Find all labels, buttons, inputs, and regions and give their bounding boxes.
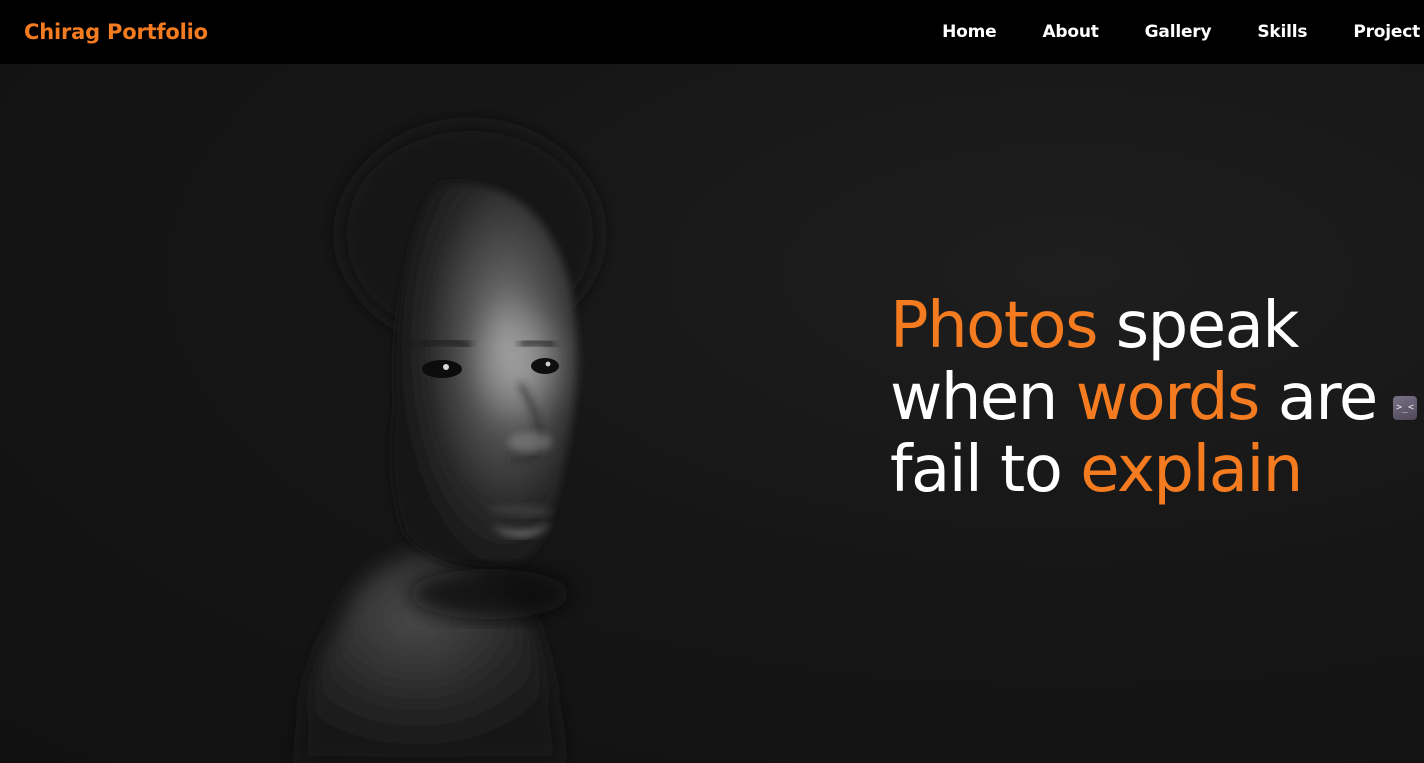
tagline-line-3: fail to explain xyxy=(890,434,1377,506)
tagline-line-1: Photos speak xyxy=(890,290,1377,362)
nav-menu: Home About Gallery Skills Project xyxy=(919,22,1424,42)
tagline-word-words: words xyxy=(1075,361,1261,435)
tagline-word-are: are xyxy=(1277,361,1379,435)
tagline-word-when: when xyxy=(890,361,1058,435)
tagline-word-fail-to: fail to xyxy=(890,433,1063,507)
top-navbar: Chirag Portfolio Home About Gallery Skil… xyxy=(0,0,1424,64)
tagline-line-2: when words are xyxy=(890,361,1379,435)
extension-face-icon[interactable]: >_< xyxy=(1393,396,1417,420)
nav-link-gallery[interactable]: Gallery xyxy=(1122,22,1235,42)
nav-link-home[interactable]: Home xyxy=(919,22,1019,42)
portrait-photo xyxy=(300,124,600,763)
tagline-word-photos: Photos xyxy=(890,289,1098,363)
hero-section: Photos speak when words are fail to expl… xyxy=(0,64,1424,763)
tagline-word-speak: speak xyxy=(1115,289,1300,363)
brand-logo-text[interactable]: Chirag Portfolio xyxy=(24,20,208,44)
tagline-word-explain: explain xyxy=(1080,433,1303,507)
hero-tagline: Photos speak when words are fail to expl… xyxy=(890,290,1379,506)
nav-link-project[interactable]: Project xyxy=(1330,22,1424,42)
nav-link-skills[interactable]: Skills xyxy=(1234,22,1330,42)
nav-link-about[interactable]: About xyxy=(1019,22,1121,42)
